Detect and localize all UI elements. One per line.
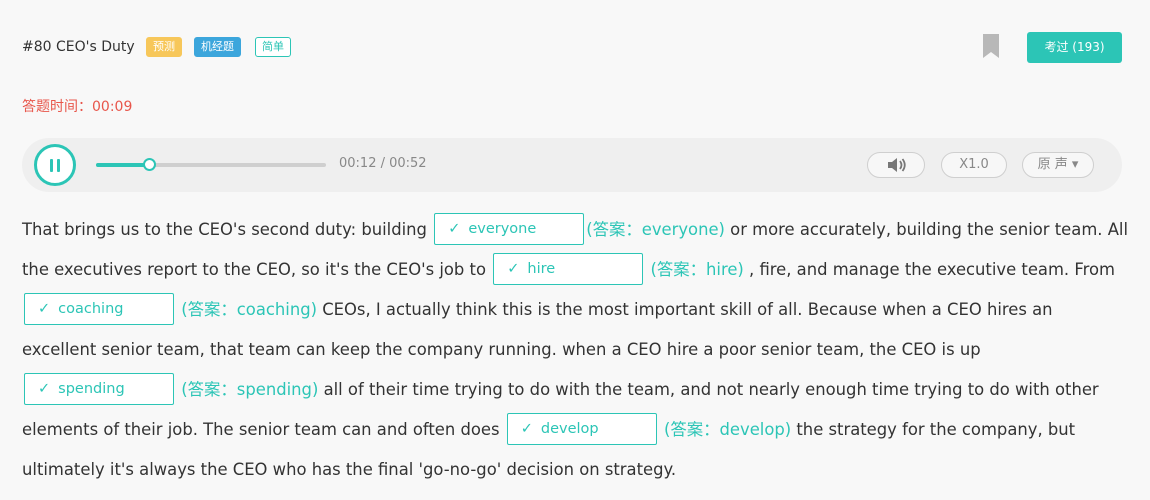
answer-key-2: (答案：hire) xyxy=(650,260,744,279)
blank-value: everyone xyxy=(468,220,537,237)
answer-key-1: (答案：everyone) xyxy=(586,220,725,239)
bookmark-icon[interactable] xyxy=(983,34,999,58)
fill-blank-5[interactable]: ✓ develop xyxy=(506,412,657,445)
progress-track[interactable] xyxy=(96,158,326,171)
passage-segment: , fire, and manage the executive team. F… xyxy=(743,260,1115,279)
answer-key-3: (答案：coaching) xyxy=(181,300,318,319)
fill-blank-4[interactable]: ✓ spending xyxy=(24,372,174,405)
blank-value: hire xyxy=(527,260,556,277)
fill-blank-2[interactable]: ✓ hire xyxy=(493,252,644,285)
check-icon: ✓ xyxy=(38,380,51,397)
blank-value: spending xyxy=(58,380,125,397)
progress-fill xyxy=(96,163,149,167)
question-title: #80 CEO's Duty xyxy=(22,39,135,55)
tag-difficulty: 简单 xyxy=(255,37,291,57)
playback-time: 00:12 / 00:52 xyxy=(339,156,427,171)
tag-machine-question: 机经题 xyxy=(194,37,241,57)
check-icon: ✓ xyxy=(38,300,51,317)
check-icon: ✓ xyxy=(520,420,533,437)
answer-key-5: (答案：develop) xyxy=(663,420,792,439)
voice-select[interactable]: 原 声 ▾ xyxy=(1022,152,1094,178)
blank-value: coaching xyxy=(58,300,124,317)
passage-segment: CEOs, I actually think this is the most … xyxy=(22,300,1053,359)
fill-blank-1[interactable]: ✓ everyone xyxy=(434,212,585,245)
tag-predict: 预测 xyxy=(146,37,182,57)
exam-count-button[interactable]: 考过 (193) xyxy=(1027,32,1122,63)
volume-icon xyxy=(888,158,906,172)
passage-segment: That brings us to the CEO's second duty:… xyxy=(22,220,433,239)
fill-blank-3[interactable]: ✓ coaching xyxy=(24,292,174,325)
check-icon: ✓ xyxy=(448,220,461,237)
answer-timer: 答题时间：00:09 xyxy=(22,99,133,115)
passage-text: That brings us to the CEO's second duty:… xyxy=(22,210,1132,490)
progress-knob[interactable] xyxy=(142,158,156,171)
answer-key-4: (答案：spending) xyxy=(181,380,319,399)
pause-icon xyxy=(50,159,53,172)
pause-button[interactable] xyxy=(34,144,76,186)
blank-value: develop xyxy=(540,420,599,437)
volume-button[interactable] xyxy=(867,152,925,178)
speed-button[interactable]: X1.0 xyxy=(941,152,1007,178)
audio-player: 00:12 / 00:52 X1.0 原 声 ▾ xyxy=(22,138,1122,192)
question-header: #80 CEO's Duty 预测 机经题 简单 考过 (193) xyxy=(22,32,1122,63)
check-icon: ✓ xyxy=(507,260,520,277)
